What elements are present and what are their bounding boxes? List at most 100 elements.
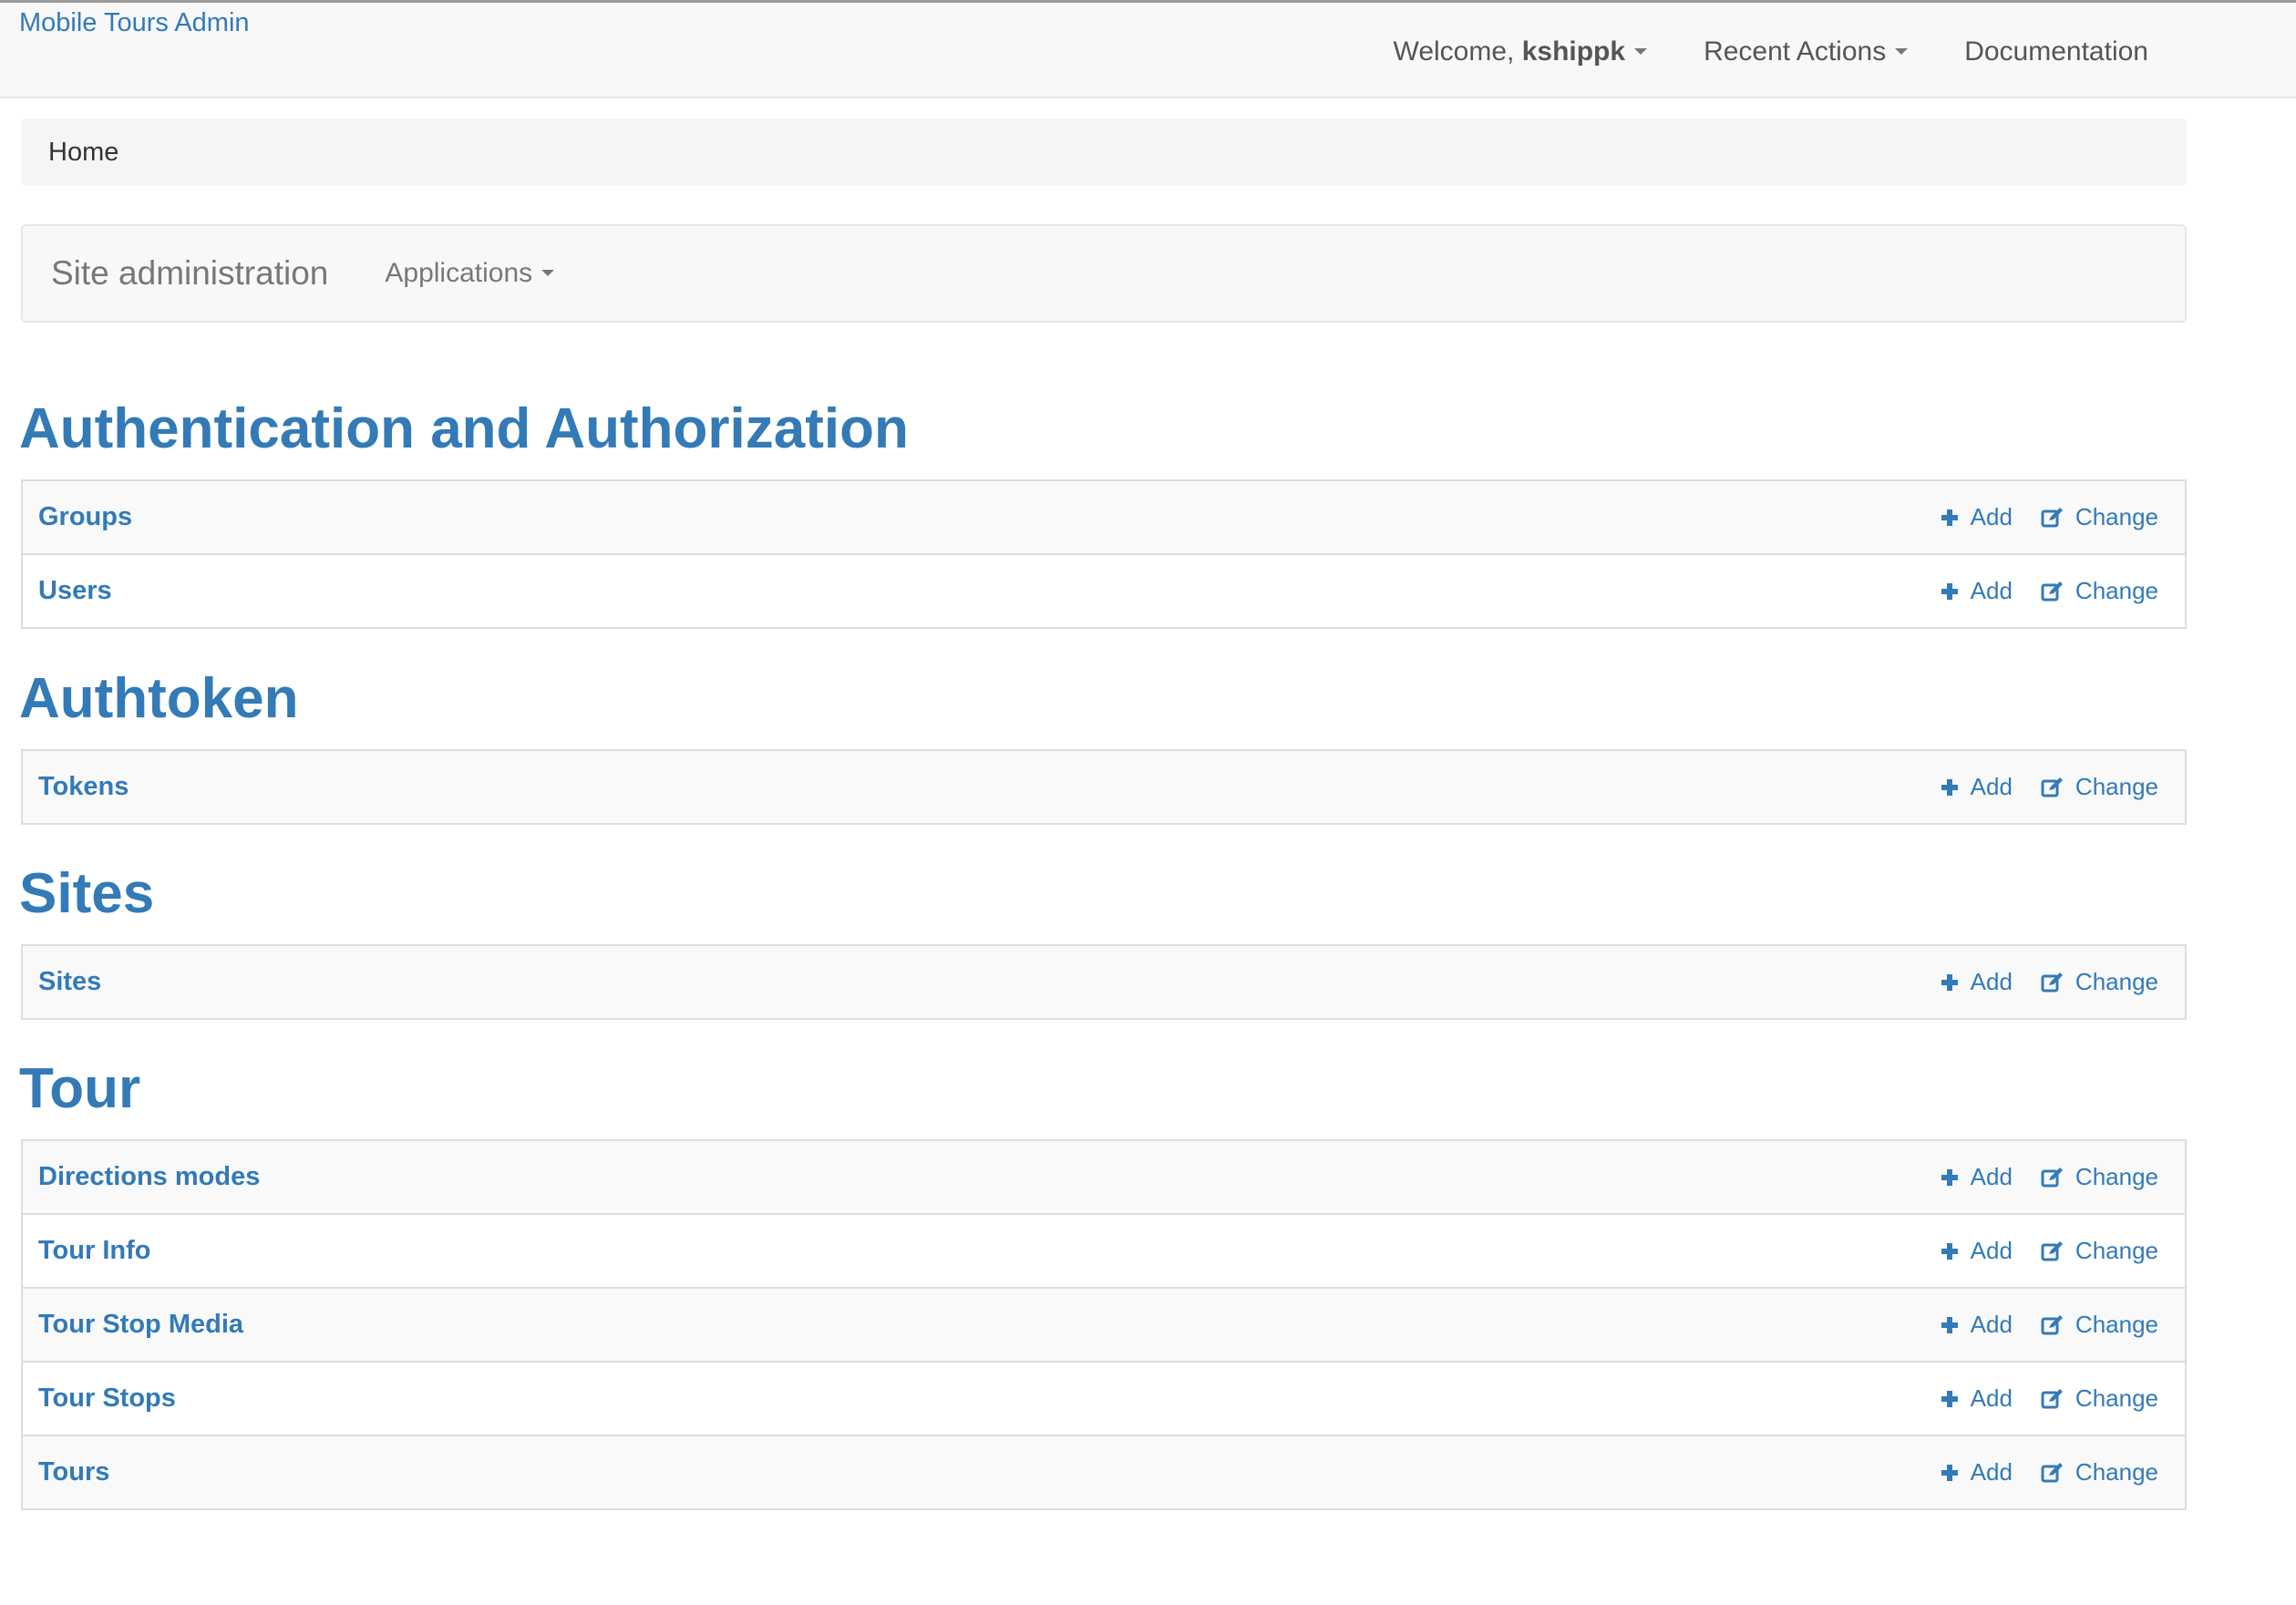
change-label: Change <box>2075 1384 2158 1412</box>
module-table: Sites Add Change <box>21 944 2187 1020</box>
add-button[interactable]: Add <box>1940 577 2013 605</box>
top-navbar: Mobile Tours Admin Welcome, kshippk Rece… <box>0 0 2296 98</box>
add-label: Add <box>1970 1237 2013 1264</box>
module-table: Tokens Add Change <box>21 749 2187 825</box>
change-label: Change <box>2075 1237 2158 1264</box>
plus-icon <box>1940 581 1965 602</box>
caret-down-icon <box>541 269 555 276</box>
model-row: Users Add Change <box>23 553 2185 627</box>
module-title[interactable]: Tour <box>19 1061 140 1117</box>
edit-icon <box>2041 507 2070 529</box>
change-label: Change <box>2075 1163 2158 1190</box>
add-label: Add <box>1970 577 2013 604</box>
change-button[interactable]: Change <box>2041 1311 2158 1339</box>
change-label: Change <box>2075 577 2158 604</box>
plus-icon <box>1940 777 1965 797</box>
site-admin-subnav: Site administration Applications <box>21 224 2187 323</box>
model-link[interactable]: Groups <box>38 502 132 532</box>
edit-icon <box>2041 1314 2070 1336</box>
row-actions: Add Change <box>1911 968 2158 996</box>
caret-down-icon <box>1895 47 1909 55</box>
add-button[interactable]: Add <box>1940 968 2013 996</box>
change-button[interactable]: Change <box>2041 577 2158 605</box>
plus-icon <box>1940 508 1965 528</box>
plus-icon <box>1940 1389 1965 1409</box>
username: kshippk <box>1521 36 1626 67</box>
edit-icon <box>2041 1462 2070 1484</box>
model-row: Tour Stop Media Add Change <box>23 1287 2185 1361</box>
row-actions: Add Change <box>1911 1458 2158 1487</box>
model-link[interactable]: Tokens <box>38 772 129 802</box>
plus-icon <box>1940 1463 1965 1483</box>
row-actions: Add Change <box>1911 773 2158 801</box>
model-link[interactable]: Users <box>38 576 112 606</box>
change-button[interactable]: Change <box>2041 1458 2158 1487</box>
model-link[interactable]: Sites <box>38 967 101 997</box>
row-actions: Add Change <box>1911 1311 2158 1339</box>
plus-icon <box>1940 1168 1965 1188</box>
brand-link[interactable]: Mobile Tours Admin <box>19 8 250 38</box>
add-label: Add <box>1970 1458 2013 1486</box>
model-link[interactable]: Directions modes <box>38 1162 260 1192</box>
change-label: Change <box>2075 773 2158 800</box>
add-button[interactable]: Add <box>1940 503 2013 531</box>
welcome-text: Welcome, <box>1393 36 1522 67</box>
model-link[interactable]: Tour Stop Media <box>38 1310 243 1340</box>
recent-actions-dropdown[interactable]: Recent Actions <box>1704 36 1909 67</box>
change-button[interactable]: Change <box>2041 1237 2158 1265</box>
module-title[interactable]: Sites <box>19 866 154 922</box>
row-actions: Add Change <box>1911 1384 2158 1413</box>
edit-icon <box>2041 777 2070 798</box>
add-label: Add <box>1970 1163 2013 1190</box>
module-title[interactable]: Authtoken <box>19 671 299 727</box>
add-label: Add <box>1970 1384 2013 1412</box>
applications-label: Applications <box>385 258 533 288</box>
add-label: Add <box>1970 773 2013 800</box>
add-label: Add <box>1970 1311 2013 1338</box>
module-title[interactable]: Authentication and Authorization <box>19 401 909 458</box>
row-actions: Add Change <box>1911 1163 2158 1191</box>
add-label: Add <box>1970 503 2013 530</box>
row-actions: Add Change <box>1911 503 2158 531</box>
applications-dropdown[interactable]: Applications <box>385 258 555 289</box>
recent-actions-label: Recent Actions <box>1704 36 1887 67</box>
change-button[interactable]: Change <box>2041 1163 2158 1191</box>
change-button[interactable]: Change <box>2041 773 2158 801</box>
change-label: Change <box>2075 1458 2158 1486</box>
row-actions: Add Change <box>1911 577 2158 605</box>
change-label: Change <box>2075 968 2158 995</box>
plus-icon <box>1940 1315 1965 1335</box>
model-row: Directions modes Add Change <box>23 1141 2185 1213</box>
breadcrumb-home: Home <box>48 137 119 167</box>
model-link[interactable]: Tour Stops <box>38 1384 176 1414</box>
edit-icon <box>2041 972 2070 993</box>
module-table: Directions modes Add Change Tour Info Add Cha… <box>21 1139 2187 1510</box>
caret-down-icon <box>1634 47 1648 55</box>
add-button[interactable]: Add <box>1940 1237 2013 1265</box>
page-title: Site administration <box>51 254 329 292</box>
add-button[interactable]: Add <box>1940 1163 2013 1191</box>
change-label: Change <box>2075 503 2158 530</box>
user-menu-dropdown[interactable]: Welcome, kshippk <box>1394 36 1648 67</box>
breadcrumb: Home <box>21 118 2187 186</box>
model-row: Tours Add Change <box>23 1435 2185 1508</box>
add-button[interactable]: Add <box>1940 1384 2013 1413</box>
add-button[interactable]: Add <box>1940 1458 2013 1487</box>
edit-icon <box>2041 1240 2070 1262</box>
change-button[interactable]: Change <box>2041 1384 2158 1413</box>
change-button[interactable]: Change <box>2041 968 2158 996</box>
plus-icon <box>1940 1241 1965 1261</box>
navbar-right-menu: Welcome, kshippk Recent Actions Document… <box>1337 3 2148 101</box>
change-label: Change <box>2075 1311 2158 1338</box>
model-row: Tour Stops Add Change <box>23 1361 2185 1435</box>
module-table: Groups Add Change Users Add Change <box>21 479 2187 629</box>
model-link[interactable]: Tour Info <box>38 1236 150 1266</box>
documentation-link[interactable]: Documentation <box>1964 36 2148 67</box>
model-link[interactable]: Tours <box>38 1457 109 1487</box>
edit-icon <box>2041 1167 2070 1188</box>
model-row: Tokens Add Change <box>23 751 2185 823</box>
model-row: Sites Add Change <box>23 946 2185 1018</box>
change-button[interactable]: Change <box>2041 503 2158 531</box>
add-button[interactable]: Add <box>1940 773 2013 801</box>
add-button[interactable]: Add <box>1940 1311 2013 1339</box>
